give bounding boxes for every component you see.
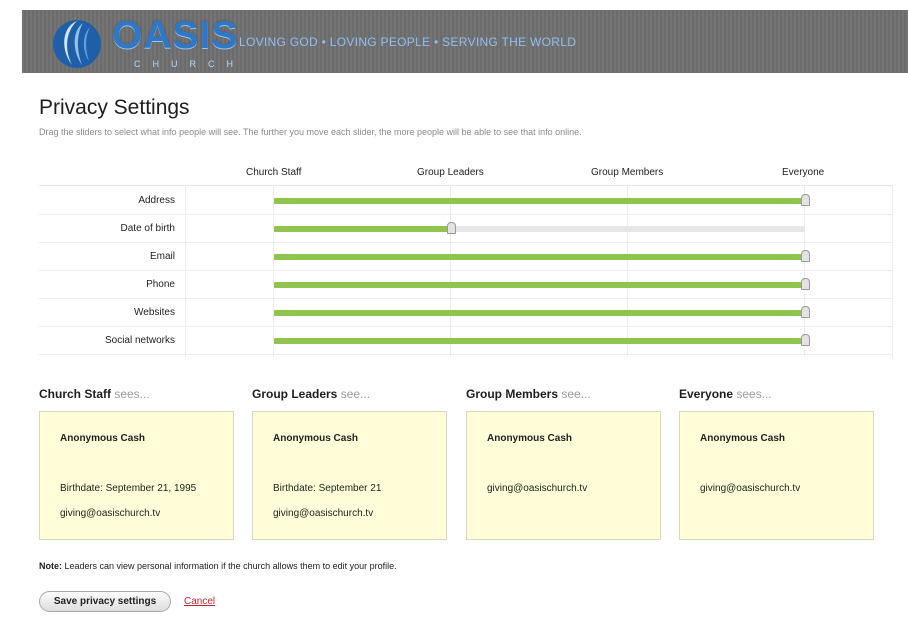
column-header-group-members: Group Members [591, 167, 664, 178]
privacy-slider-address[interactable] [274, 194, 810, 206]
preview-card-church-staff: Anonymous Cash Birthdate: September 21, … [39, 411, 234, 540]
preview-verb: sees... [733, 387, 772, 401]
slider-label: Websites [134, 307, 175, 318]
slider-fill [274, 338, 805, 344]
preview-audience: Group Leaders [252, 387, 338, 401]
preview-verb: sees... [111, 387, 150, 401]
slider-fill [274, 198, 805, 204]
preview-heading-group-leaders: Group Leaders see... [252, 387, 370, 401]
save-privacy-settings-button[interactable]: Save privacy settings [39, 591, 171, 612]
preview-name: Anonymous Cash [700, 433, 786, 444]
preview-email: giving@oasischurch.tv [487, 483, 588, 494]
top-band [0, 0, 908, 10]
column-header-everyone: Everyone [782, 167, 825, 178]
privacy-slider-date-of-birth[interactable] [274, 222, 805, 234]
logo-swoosh-icon [53, 20, 101, 68]
privacy-note: Note: Leaders can view personal informat… [39, 561, 397, 571]
logo-wordmark: OASIS [112, 14, 239, 57]
slider-row-date-of-birth: Date of birth [39, 214, 893, 243]
slider-label: Phone [146, 279, 175, 290]
slider-handle[interactable] [801, 334, 810, 346]
preview-verb: see... [337, 387, 371, 401]
privacy-slider-social-networks[interactable] [274, 334, 810, 346]
preview-name: Anonymous Cash [487, 433, 573, 444]
site-tagline: LOVING GOD • LOVING PEOPLE • SERVING THE… [239, 35, 577, 49]
slider-row-phone: Phone [39, 270, 893, 299]
slider-handle[interactable] [801, 250, 810, 262]
preview-email: giving@oasischurch.tv [273, 508, 374, 519]
page-description: Drag the sliders to select what info peo… [39, 127, 582, 137]
privacy-slider-email[interactable] [274, 250, 810, 262]
preview-name: Anonymous Cash [60, 433, 146, 444]
preview-email: giving@oasischurch.tv [700, 483, 801, 494]
slider-fill [274, 226, 451, 232]
preview-birthdate: Birthdate: September 21 [273, 483, 382, 494]
privacy-slider-websites[interactable] [274, 306, 810, 318]
preview-audience: Group Members [466, 387, 559, 401]
slider-label: Address [138, 195, 175, 206]
cancel-link[interactable]: Cancel [184, 596, 215, 607]
slider-row-social-networks: Social networks [39, 326, 893, 355]
site-header: OASIS CHURCH LOVING GOD • LOVING PEOPLE … [22, 10, 908, 73]
preview-birthdate: Birthdate: September 21, 1995 [60, 483, 197, 494]
page-title: Privacy Settings [39, 96, 190, 119]
logo-subtitle: CHURCH [134, 59, 245, 69]
slider-row-email: Email [39, 242, 893, 271]
preview-heading-everyone: Everyone sees... [679, 387, 772, 401]
privacy-slider-grid: Address Date of birth Email Phone Websit… [39, 185, 893, 357]
privacy-slider-phone[interactable] [274, 278, 810, 290]
slider-label: Date of birth [120, 223, 175, 234]
slider-row-websites: Websites [39, 298, 893, 327]
preview-email: giving@oasischurch.tv [60, 508, 161, 519]
preview-verb: see... [558, 387, 591, 401]
preview-card-group-members: Anonymous Cash giving@oasischurch.tv [466, 411, 661, 540]
slider-row-address: Address [39, 186, 893, 215]
slider-label: Social networks [104, 335, 175, 346]
slider-fill [274, 254, 805, 260]
preview-heading-group-members: Group Members see... [466, 387, 591, 401]
note-text: Leaders can view personal information if… [62, 561, 397, 571]
note-label: Note: [39, 561, 62, 571]
preview-audience: Everyone [679, 387, 734, 401]
slider-handle[interactable] [446, 222, 456, 234]
slider-handle[interactable] [801, 278, 810, 290]
column-header-church-staff: Church Staff [246, 167, 302, 178]
column-header-group-leaders: Group Leaders [417, 167, 484, 178]
preview-audience: Church Staff [39, 387, 111, 401]
slider-handle[interactable] [801, 306, 810, 318]
slider-label: Email [149, 251, 175, 262]
preview-card-group-leaders: Anonymous Cash Birthdate: September 21 g… [252, 411, 447, 540]
preview-name: Anonymous Cash [273, 433, 359, 444]
slider-fill [274, 282, 805, 288]
slider-fill [274, 310, 805, 316]
preview-card-everyone: Anonymous Cash giving@oasischurch.tv [679, 411, 874, 540]
slider-handle[interactable] [801, 194, 810, 206]
preview-heading-church-staff: Church Staff sees... [39, 387, 150, 401]
